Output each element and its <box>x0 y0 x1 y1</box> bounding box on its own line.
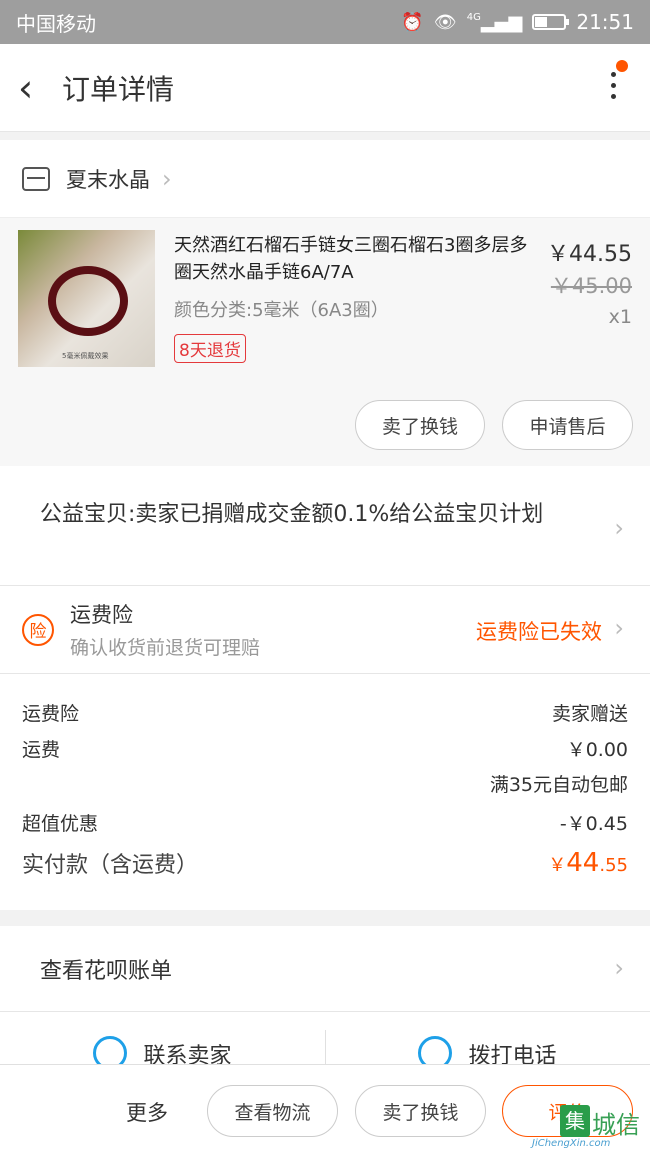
alarm-icon: ⏰ <box>401 11 424 33</box>
bracelet-image <box>48 266 128 336</box>
view-logistics-button[interactable]: 查看物流 <box>207 1085 338 1137</box>
divider <box>325 1030 326 1068</box>
thumbnail-caption: 5毫米佩戴效果 <box>62 352 109 360</box>
product-spec: 颜色分类:5毫米（6A3圈） <box>174 300 389 321</box>
chevron-right-icon: › <box>162 164 172 193</box>
call-phone-button[interactable]: 拨打电话 <box>325 1012 650 1068</box>
fee-label: 超值优惠 <box>22 812 99 835</box>
total-label: 实付款（含运费） <box>22 853 199 878</box>
chevron-right-icon: › <box>614 954 624 982</box>
chevron-right-icon: › <box>614 614 624 642</box>
store-icon <box>22 166 50 191</box>
page-title: 订单详情 <box>62 72 175 106</box>
battery-icon <box>532 14 570 30</box>
nav-bar: ‹ 订单详情 <box>0 44 650 132</box>
contact-row: 联系卖家 拨打电话 <box>0 1012 650 1068</box>
fee-summary: 运费险 卖家赠送 运费 ￥0.00 满35元自动包邮 超值优惠 -￥0.45 实… <box>0 674 650 910</box>
fee-row-shipping: 运费 ￥0.00 <box>22 730 628 766</box>
fee-value: ￥0.00 <box>566 738 628 761</box>
sell-button[interactable]: 卖了换钱 <box>355 1085 486 1137</box>
currency-symbol: ￥ <box>548 855 567 876</box>
return-policy-badge: 8天退货 <box>174 334 246 363</box>
fee-value: -￥0.45 <box>559 812 628 835</box>
total-decimal: .55 <box>599 855 628 876</box>
insurance-status: 运费险已失效 <box>476 620 602 644</box>
shop-row[interactable]: 夏末水晶 › <box>0 140 650 218</box>
more-menu-icon[interactable] <box>611 72 616 99</box>
contact-seller-button[interactable]: 联系卖家 <box>0 1012 325 1068</box>
fee-row-discount: 超值优惠 -￥0.45 <box>22 804 628 840</box>
product-thumbnail[interactable]: 5毫米佩戴效果 <box>18 230 155 367</box>
insurance-title: 运费险 <box>70 603 133 627</box>
more-button[interactable]: 更多 <box>126 1097 168 1127</box>
original-price: ￥45.00 <box>550 274 632 298</box>
back-icon[interactable]: ‹ <box>18 69 48 107</box>
insurance-icon: 险 <box>22 613 54 646</box>
charity-row[interactable]: 公益宝贝:卖家已捐赠成交金额0.1%给公益宝贝计划 › <box>0 466 650 586</box>
total-integer: 44 <box>566 848 600 878</box>
network-label: 4G <box>466 11 481 23</box>
product-quantity: x1 <box>608 306 632 328</box>
charity-text: 公益宝贝:卖家已捐赠成交金额0.1%给公益宝贝计划 <box>40 502 544 527</box>
shop-name: 夏末水晶 <box>66 167 150 192</box>
status-bar: 中国移动 ⏰ 👁 4G▂▄▆ 21:51 <box>0 0 650 44</box>
insurance-subtitle: 确认收货前退货可理赔 <box>70 637 261 659</box>
status-icons: ⏰ 👁 4G▂▄▆ 21:51 <box>401 10 634 34</box>
product-price: ￥44.55 <box>547 242 632 267</box>
fee-label: 运费险 <box>22 702 80 725</box>
fee-label: 运费 <box>22 738 61 761</box>
huabei-bill-row[interactable]: 查看花呗账单 › <box>0 926 650 1012</box>
watermark-url: JiChengXin.com <box>532 1138 611 1149</box>
order-item[interactable]: 5毫米佩戴效果 天然酒红石榴石手链女三圈石榴石3圈多层多圈天然水晶手链6A/7A… <box>0 218 650 466</box>
total-amount: ￥44.55 <box>548 848 628 878</box>
free-shipping-note: 满35元自动包邮 <box>489 774 628 796</box>
carrier-label: 中国移动 <box>16 11 96 36</box>
after-sale-button[interactable]: 申请售后 <box>502 400 633 450</box>
shipping-insurance-row[interactable]: 险 运费险 确认收货前退货可理赔 运费险已失效 › <box>0 586 650 674</box>
eye-icon: 👁 <box>433 11 457 33</box>
signal-icon: 4G▂▄▆ <box>466 11 523 33</box>
chevron-right-icon: › <box>614 514 624 542</box>
fee-value: 卖家赠送 <box>551 702 628 725</box>
watermark: 集 城信 JiChengXin.com <box>530 1103 644 1153</box>
sell-button[interactable]: 卖了换钱 <box>355 400 485 450</box>
clock-label: 21:51 <box>576 10 634 34</box>
watermark-text: 城信 <box>592 1111 640 1139</box>
total-paid-row: 实付款（含运费） ￥44.55 <box>22 840 628 886</box>
notification-dot <box>616 60 628 72</box>
huabei-text: 查看花呗账单 <box>40 958 173 984</box>
product-title[interactable]: 天然酒红石榴石手链女三圈石榴石3圈多层多圈天然水晶手链6A/7A <box>174 232 534 286</box>
fee-row-insurance: 运费险 卖家赠送 <box>22 694 628 730</box>
watermark-logo: 集 <box>560 1105 590 1137</box>
